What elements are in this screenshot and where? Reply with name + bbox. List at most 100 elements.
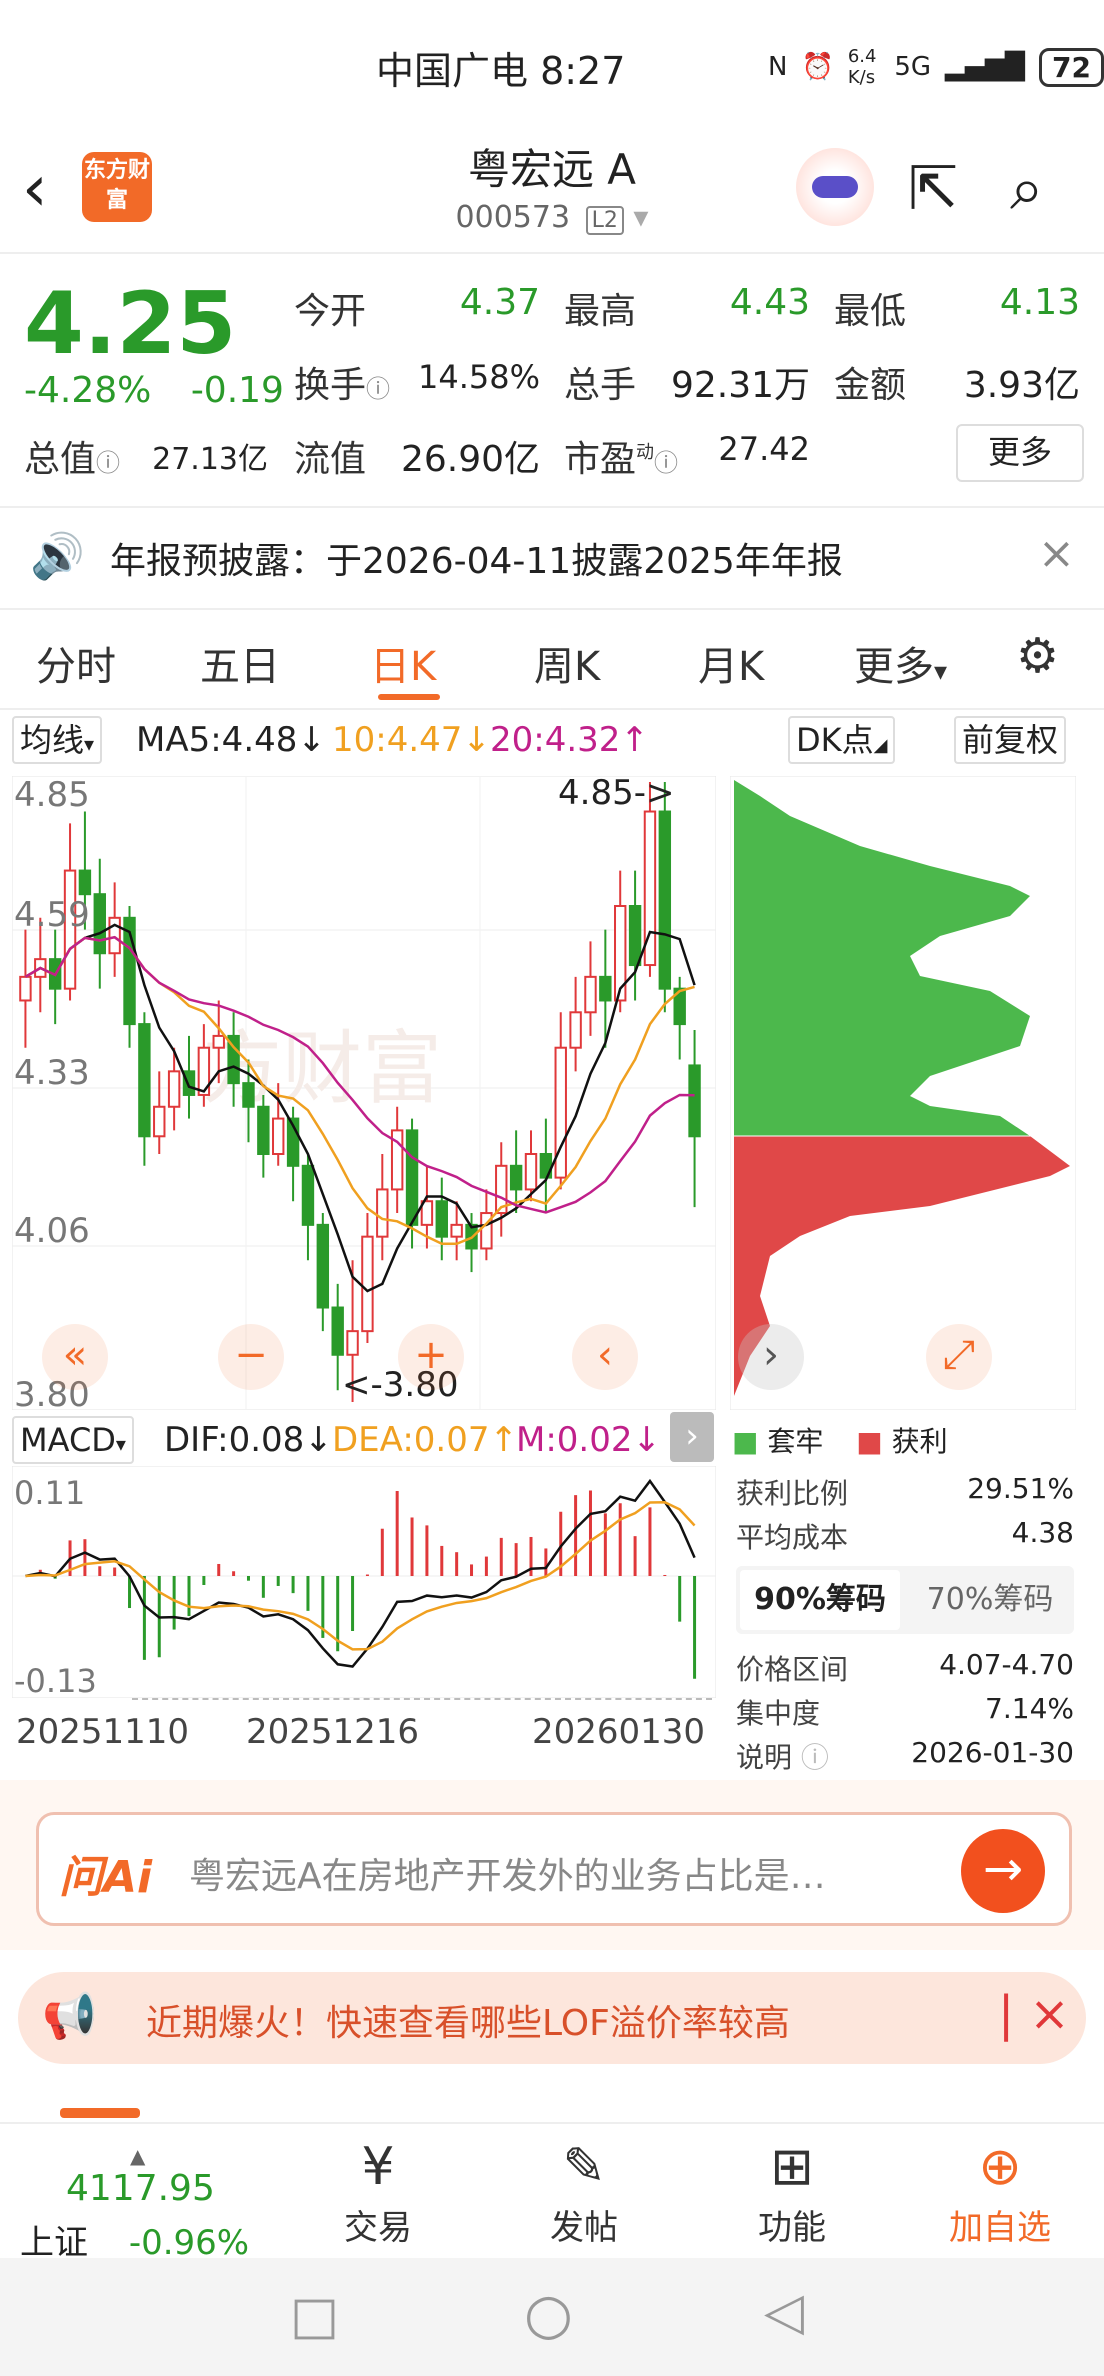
tab-daily-k[interactable]: 日K — [370, 634, 436, 692]
index-name: 上证 — [20, 2223, 88, 2263]
pe-value: 27.42 — [718, 430, 810, 468]
info-icon: ⓘ — [800, 1741, 829, 1774]
index-change: -0.96% — [128, 2223, 250, 2263]
notice-text: 年报预披露：于2026-04-11披露2025年年报 — [110, 541, 843, 582]
change-percent: -4.28% — [24, 370, 152, 411]
promo-banner[interactable]: 📢 近期爆火！快速查看哪些LOF溢价率较高 | × — [18, 1972, 1086, 2064]
promo-text: 近期爆火！快速查看哪些LOF溢价率较高 — [146, 2003, 790, 2044]
zoom-in-icon[interactable]: + — [398, 1324, 464, 1390]
concentration-label: 集中度 — [736, 1697, 821, 1730]
tab-weekly-k[interactable]: 周K — [534, 634, 600, 692]
notice-bar[interactable]: 🔊 年报预披露：于2026-04-11披露2025年年报 × — [0, 506, 1104, 610]
zoom-out-icon[interactable]: − — [218, 1324, 284, 1390]
y-label-2: 4.59 — [14, 895, 90, 935]
carrier-time: 中国广电 8:27 — [376, 49, 626, 93]
candle-body — [108, 916, 121, 955]
dk-point-button[interactable]: DK点◢ — [788, 716, 896, 764]
share-icon[interactable]: ⇱ — [908, 154, 958, 224]
macd-header: MACD▾ DIF:0.08↓ DEA:0.07↑ M:0.02↓ › — [0, 1412, 720, 1466]
info-tabs-peek — [0, 2080, 1104, 2122]
tab-more[interactable]: 更多▾ — [854, 634, 947, 692]
recents-icon[interactable]: □ — [290, 2286, 339, 2346]
tab-five-day[interactable]: 五日 — [200, 634, 280, 692]
candle-body — [569, 1011, 582, 1049]
avg-cost-label: 平均成本 — [736, 1521, 849, 1554]
more-quote-button[interactable]: 更多 — [956, 424, 1084, 482]
gear-icon[interactable]: ⚙ — [1016, 628, 1059, 684]
low-label: 最低 — [834, 291, 907, 332]
edit-icon: ✎ — [562, 2137, 606, 2197]
ma-selector[interactable]: 均线▾ — [12, 716, 103, 764]
candle-body — [524, 1153, 538, 1191]
nav-post[interactable]: ✎ 发帖 — [514, 2134, 654, 2249]
chevron-down-icon: ▾ — [934, 657, 948, 687]
price-range-value: 4.07-4.70 — [939, 1648, 1074, 1681]
battery-icon: 72 — [1039, 47, 1104, 87]
tab-70-chip[interactable]: 70%筹码 — [910, 1570, 1070, 1630]
stock-code: 000573 — [455, 200, 571, 235]
scroll-left-icon[interactable]: « — [42, 1324, 108, 1390]
candle-body — [78, 869, 92, 896]
chip-distribution[interactable]: › ⤢ — [729, 775, 1077, 1411]
candle-body — [584, 975, 597, 1014]
net-speed: 6.4 K/s — [847, 46, 877, 88]
candle-body — [688, 1064, 701, 1138]
candle-body — [153, 1105, 166, 1138]
y-label-3: 4.33 — [14, 1053, 90, 1093]
macd-selector[interactable]: MACD▾ — [12, 1416, 134, 1464]
nav-trade[interactable]: ¥ 交易 — [308, 2134, 448, 2249]
chevron-right-icon[interactable]: › — [670, 1412, 714, 1462]
ma-indicator-row: 均线▾ MA5:4.48↓ 10:4.47↓ 20:4.32↑ DK点◢ 前复权 — [0, 712, 1104, 766]
yen-circle-icon: ¥ — [361, 2137, 395, 2197]
y-label-top: 4.85 — [14, 776, 90, 815]
expand-icon[interactable]: ⤢ — [926, 1324, 992, 1390]
back-nav-icon[interactable]: ◁ — [764, 2282, 804, 2342]
ai-question-box[interactable]: 问Ai 粤宏远A在房地产开发外的业务占比是… → — [36, 1812, 1072, 1926]
adjust-button[interactable]: 前复权 — [954, 716, 1067, 764]
x-label-2: 20251216 — [246, 1712, 420, 1752]
macd-chart[interactable]: 0.11 -0.13 — [11, 1465, 717, 1700]
ai-assistant-icon[interactable] — [796, 148, 874, 226]
candle-body — [554, 1046, 567, 1179]
candle-body — [509, 1164, 523, 1191]
chevron-right-icon[interactable]: › — [738, 1324, 804, 1390]
tab-intraday[interactable]: 分时 — [36, 634, 116, 692]
triangle-icon: ▲ — [130, 2144, 146, 2168]
candle-body — [138, 1023, 151, 1138]
candle-body — [435, 1200, 448, 1238]
candle-body — [346, 1330, 359, 1356]
x-axis-ticks — [132, 1698, 712, 1708]
candle-body — [19, 975, 32, 1002]
ai-badge: 问Ai — [59, 1852, 153, 1903]
total-cap-value: 27.13亿 — [152, 442, 268, 477]
quote-panel: 4.25 -4.28% -0.19 今开 4.37 最高 4.43 最低 4.1… — [0, 254, 1104, 504]
kline-chart[interactable]: 方财富 4.85 4.59 4.33 4.06 3.80 4.85-> <-3.… — [11, 773, 717, 1415]
candle-body — [361, 1235, 374, 1333]
nav-add-watchlist[interactable]: ⊕ 加自选 — [930, 2134, 1070, 2249]
system-navigation: □ ○ ◁ — [0, 2258, 1104, 2376]
candle-body — [93, 893, 106, 955]
bottom-navigation: ▲ 4117.95 上证 -0.96% ¥ 交易 ✎ 发帖 ⊞ 功能 ⊕ 加自选 — [0, 2122, 1104, 2263]
close-icon[interactable]: | × — [998, 1986, 1070, 2042]
level-badge: L2 — [585, 206, 624, 235]
candle-body — [599, 975, 612, 1002]
step-back-icon[interactable]: ‹ — [572, 1324, 638, 1390]
profit-swatch: ■ — [856, 1425, 883, 1458]
tab-90-chip[interactable]: 90%筹码 — [740, 1570, 900, 1630]
speaker-icon: 🔊 — [30, 531, 85, 582]
search-icon[interactable]: ⌕ — [1010, 154, 1044, 224]
tab-monthly-k[interactable]: 月K — [698, 634, 764, 692]
index-widget[interactable]: ▲ 4117.95 上证 -0.96% — [20, 2144, 280, 2264]
nav-functions[interactable]: ⊞ 功能 — [722, 2134, 862, 2249]
grid-icon: ⊞ — [770, 2137, 814, 2197]
close-icon[interactable]: × — [1038, 528, 1075, 579]
period-tabs: 分时 五日 日K 周K 月K 更多▾ ⚙ — [0, 608, 1104, 710]
home-icon[interactable]: ○ — [524, 2282, 573, 2347]
candle-body — [316, 1223, 330, 1309]
chevron-down-icon: ▾ — [633, 200, 649, 235]
last-price: 4.25 — [24, 274, 237, 374]
arrow-right-icon[interactable]: → — [961, 1829, 1045, 1913]
dea-value: DEA:0.07↑ — [332, 1420, 518, 1460]
open-value: 4.37 — [459, 282, 540, 323]
status-icons: N ⏰ 6.4 K/s 5G ▂▄▆█ 72 — [768, 46, 1104, 88]
